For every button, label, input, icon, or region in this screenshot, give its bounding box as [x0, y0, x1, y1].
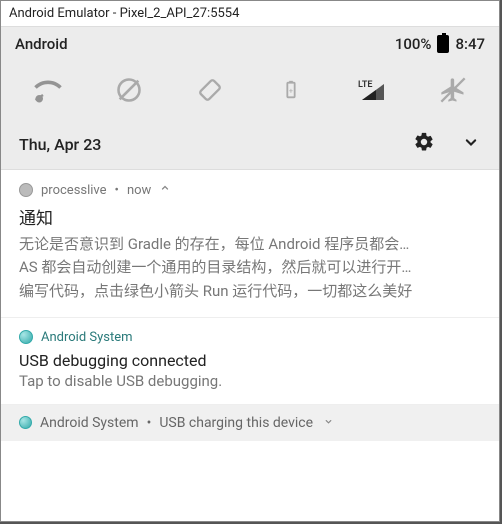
- notif-line: 编写代码，点击绿色小箭头 Run 运行代码，一切都这么美好: [19, 280, 481, 303]
- airplane-off-icon[interactable]: [436, 73, 470, 107]
- expand-chevron-icon[interactable]: [461, 132, 481, 156]
- settings-gear-icon[interactable]: [413, 131, 435, 157]
- notification-item[interactable]: Android System USB debugging connected T…: [1, 318, 499, 405]
- bullet: •: [147, 415, 152, 431]
- battery-icon: [437, 35, 449, 53]
- notification-shade: processlive • now 通知 无论是否意识到 Gradle 的存在，…: [1, 169, 499, 451]
- window-title: Android Emulator - Pixel_2_API_27:5554: [9, 6, 239, 21]
- bullet: •: [115, 183, 119, 198]
- notif-line: 无论是否意识到 Gradle 的存在，每位 Android 程序员都会…: [19, 233, 481, 256]
- dnd-off-icon[interactable]: [112, 73, 146, 107]
- expand-chevron-icon[interactable]: [323, 416, 334, 430]
- android-system-icon: [19, 416, 32, 429]
- collapse-chevron-icon[interactable]: [159, 182, 171, 198]
- notif-app-name: processlive: [41, 183, 107, 198]
- notif-app-name: Android System: [41, 330, 133, 345]
- svg-text:LTE: LTE: [358, 80, 372, 90]
- notif-app-name: Android System: [40, 415, 139, 431]
- notif-title: USB debugging connected: [19, 351, 481, 370]
- wifi-off-icon[interactable]: [31, 73, 65, 107]
- clock: 8:47: [455, 35, 485, 53]
- notif-title: 通知: [19, 204, 481, 229]
- notif-line: AS 都会自动创建一个通用的目录结构，然后就可以进行开…: [19, 256, 481, 279]
- app-icon: [19, 183, 33, 197]
- emulator-screen: Android 100% 8:47 + LTE: [1, 27, 499, 451]
- notif-time: now: [127, 183, 151, 198]
- date-row: Thu, Apr 23: [1, 119, 499, 169]
- window-titlebar: Android Emulator - Pixel_2_API_27:5554: [1, 1, 499, 27]
- battery-percent: 100%: [395, 35, 432, 53]
- signal-lte-icon[interactable]: LTE: [355, 73, 389, 107]
- notification-item[interactable]: processlive • now 通知 无论是否意识到 Gradle 的存在，…: [1, 170, 499, 318]
- quick-settings-row: + LTE: [1, 61, 499, 119]
- svg-text:+: +: [288, 87, 292, 96]
- notif-summary: USB charging this device: [159, 415, 313, 431]
- auto-rotate-icon[interactable]: [193, 73, 227, 107]
- date-label: Thu, Apr 23: [19, 135, 413, 154]
- status-bar: Android 100% 8:47: [1, 27, 499, 61]
- notification-collapsed[interactable]: Android System • USB charging this devic…: [1, 405, 499, 441]
- carrier-label: Android: [15, 35, 395, 53]
- notif-subtext: Tap to disable USB debugging.: [19, 372, 481, 390]
- battery-qs-icon[interactable]: +: [274, 73, 308, 107]
- android-system-icon: [19, 330, 33, 344]
